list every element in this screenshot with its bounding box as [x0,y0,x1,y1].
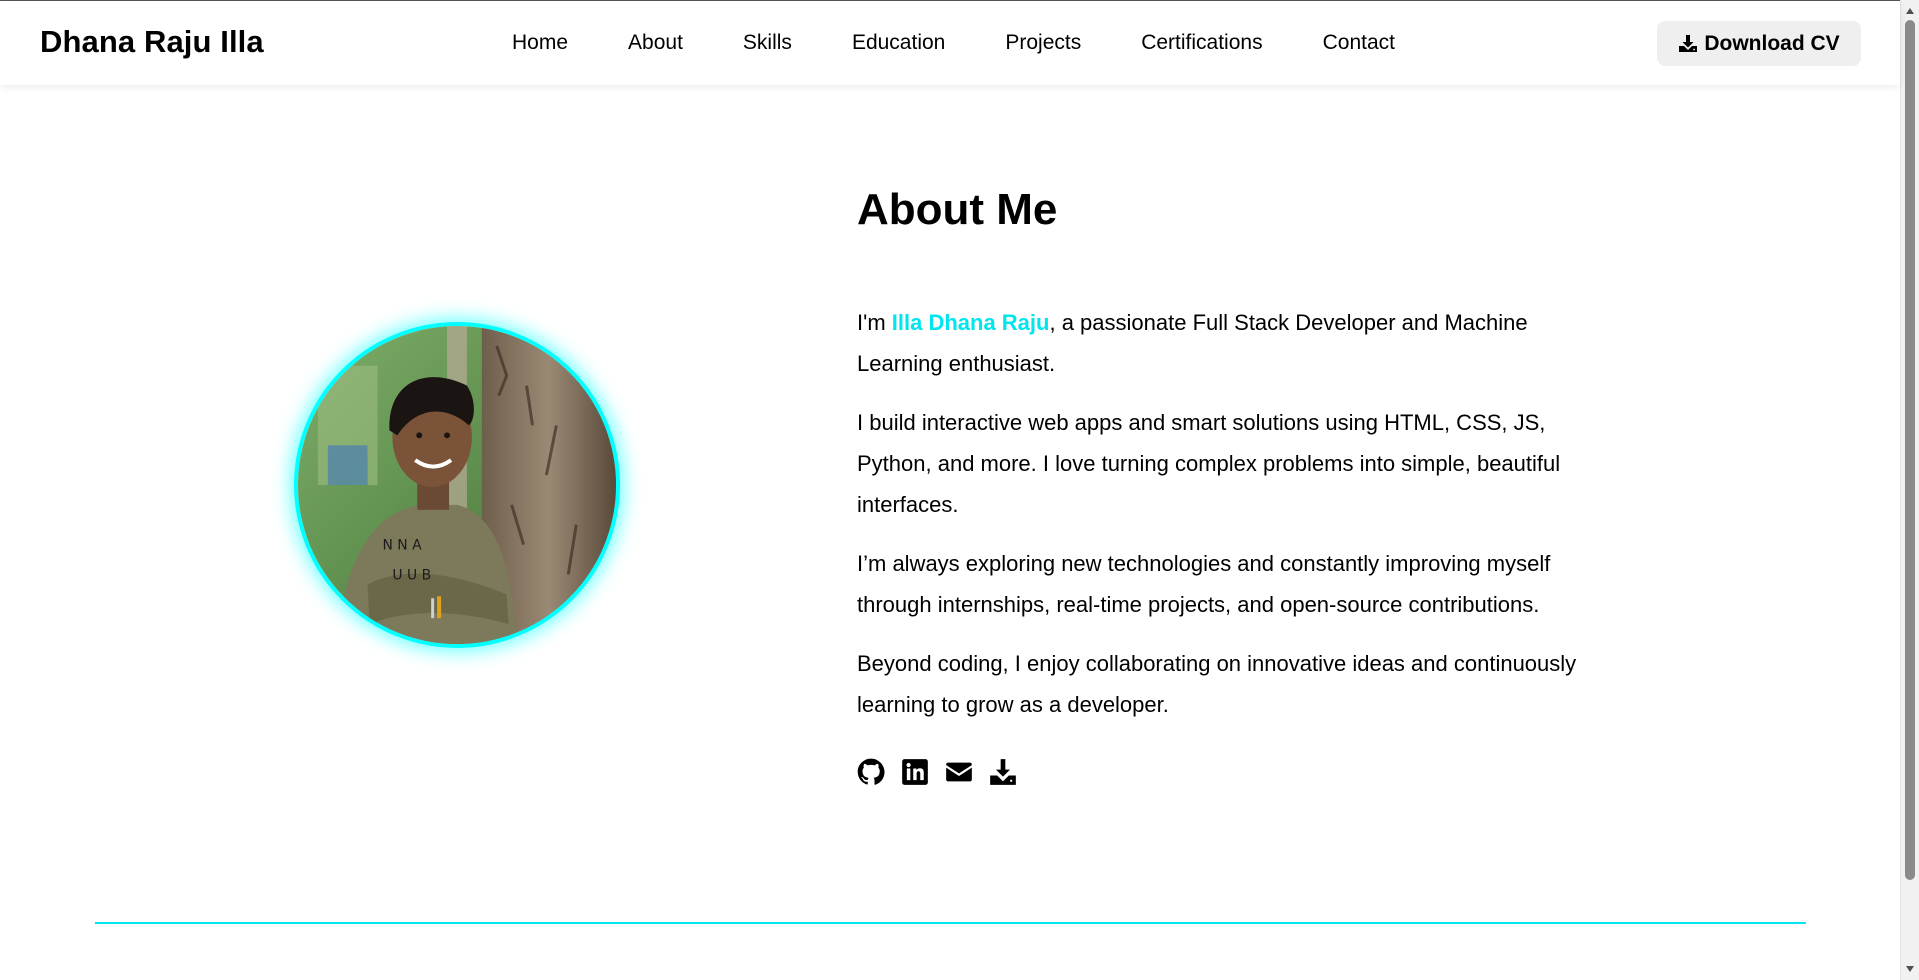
nav-link-skills[interactable]: Skills [743,31,792,55]
svg-text:N N A: N N A [382,538,422,554]
scrollbar-thumb[interactable] [1905,20,1915,880]
about-title: About Me [857,185,1058,234]
about-section: About Me I'm Illa Dhana Raju, a passiona… [857,180,1607,725]
linkedin-icon[interactable] [901,758,929,786]
highlighted-name: Illa Dhana Raju [891,310,1050,335]
social-links [857,758,1017,786]
scroll-up-arrow-icon[interactable] [1901,2,1919,20]
brand-name[interactable]: Dhana Raju Illa [40,24,264,60]
about-paragraph-collaboration: Beyond coding, I enjoy collaborating on … [857,651,1577,717]
page: Dhana Raju Illa Home About Skills Educat… [0,0,1919,980]
profile-photo-image: N N A U U B [298,326,616,644]
nav-link-certifications[interactable]: Certifications [1141,31,1262,55]
intro-prefix: I'm [857,310,892,335]
about-paragraph-skills: I build interactive web apps and smart s… [857,410,1561,517]
download-icon[interactable] [989,758,1017,786]
nav-link-about[interactable]: About [628,31,683,55]
scrollbar[interactable] [1900,0,1919,980]
section-divider [95,922,1806,924]
github-icon[interactable] [857,758,885,786]
download-cv-button[interactable]: Download CV [1657,21,1861,66]
download-icon [1679,34,1698,52]
nav-link-contact[interactable]: Contact [1323,31,1395,55]
navbar: Dhana Raju Illa Home About Skills Educat… [0,1,1900,85]
scroll-down-arrow-icon[interactable] [1901,960,1919,978]
svg-text:U U B: U U B [392,567,431,583]
about-intro: I'm Illa Dhana Raju, a passionate Full S… [857,302,1607,384]
nav-link-home[interactable]: Home [512,31,568,55]
profile-photo: N N A U U B [294,322,620,648]
nav-link-projects[interactable]: Projects [1005,31,1081,55]
nav-links: Home About Skills Education Projects Cer… [512,31,1395,55]
nav-link-education[interactable]: Education [852,31,945,55]
envelope-icon[interactable] [945,758,973,786]
download-cv-label: Download CV [1704,31,1840,55]
about-paragraph-growth: I’m always exploring new technologies an… [857,551,1551,617]
